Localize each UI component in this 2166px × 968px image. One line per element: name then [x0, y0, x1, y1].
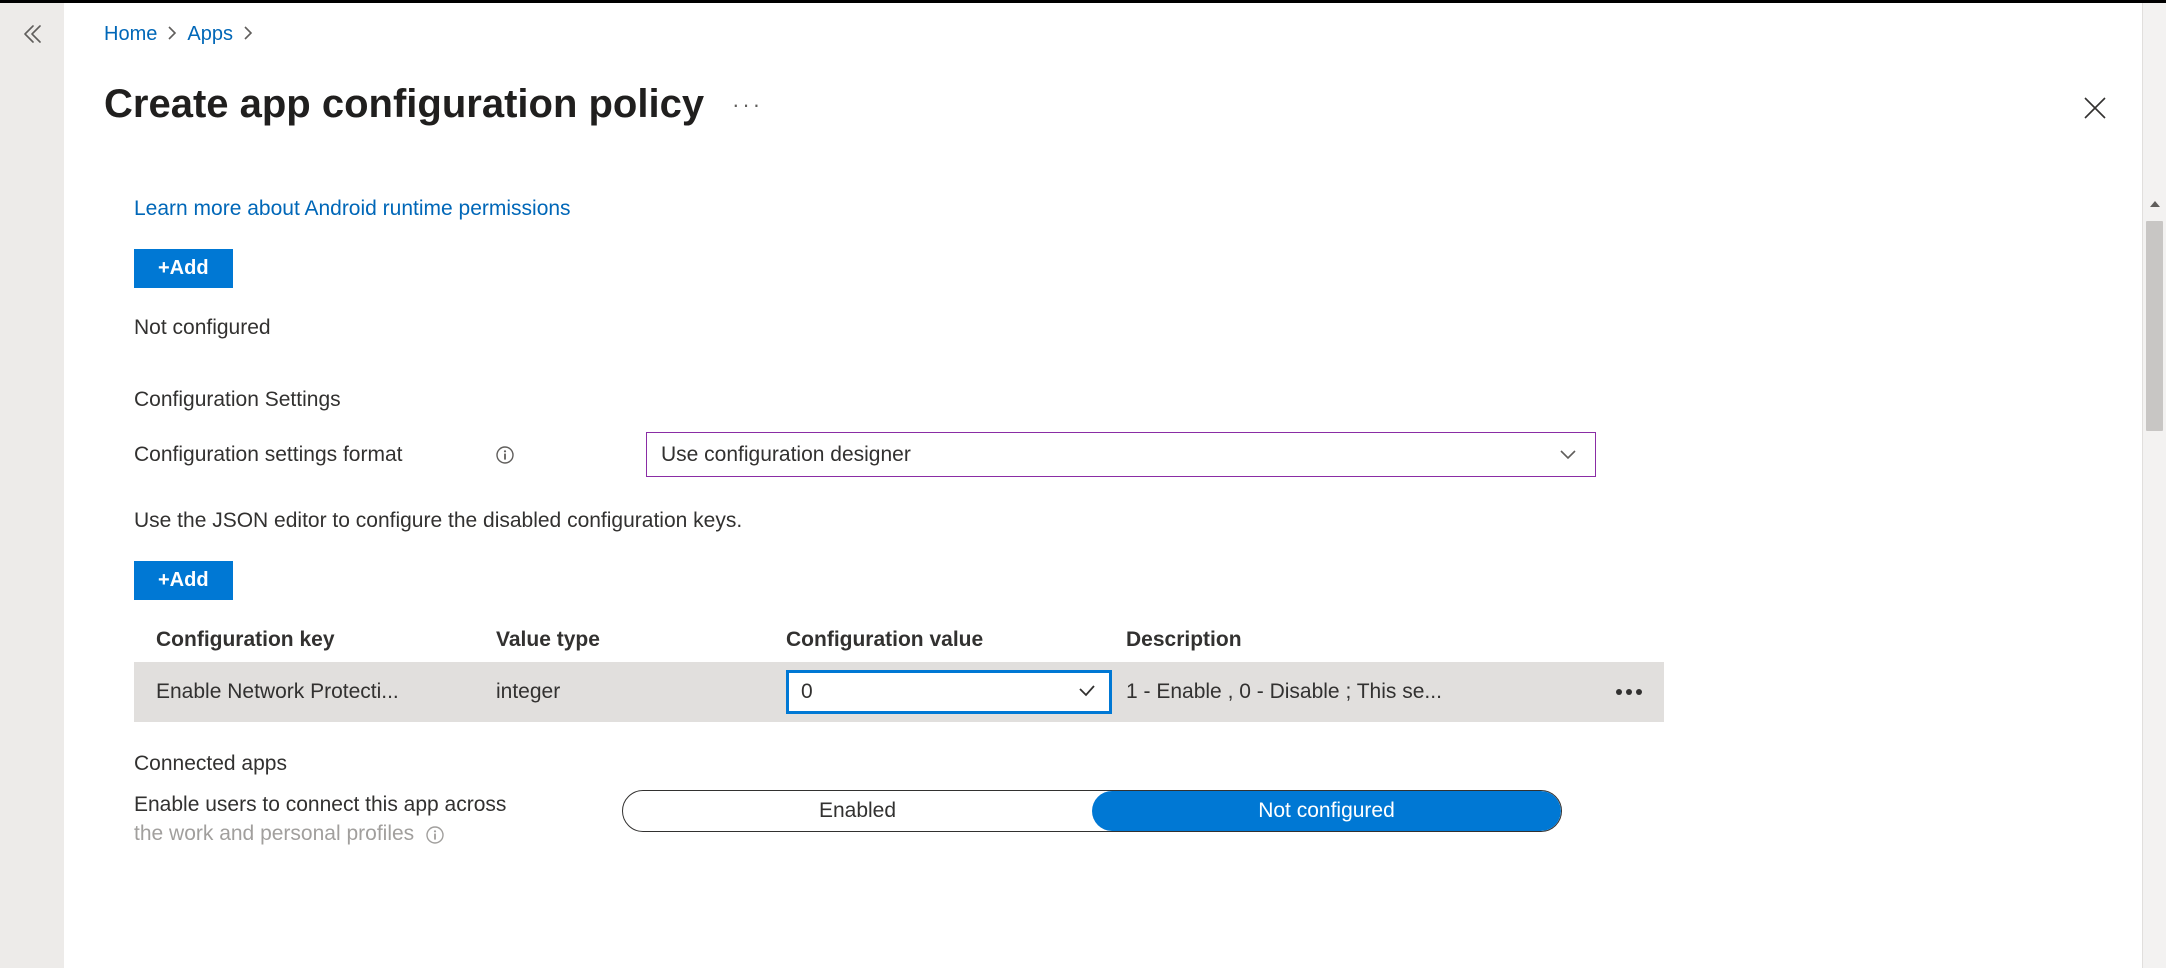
connected-apps-toggle[interactable]: Enabled Not configured	[622, 790, 1562, 832]
configuration-value-text: 0	[801, 680, 813, 704]
checkmark-chevron-icon	[1077, 680, 1097, 704]
add-configuration-key-button[interactable]: +Add	[134, 561, 233, 600]
json-editor-hint: Use the JSON editor to configure the dis…	[134, 509, 1664, 533]
content-area: Learn more about Android runtime permiss…	[104, 197, 1664, 849]
breadcrumb: Home Apps	[104, 23, 2126, 46]
toggle-option-not-configured[interactable]: Not configured	[1092, 791, 1561, 831]
left-rail	[0, 3, 64, 968]
cell-description: 1 - Enable , 0 - Disable ; This se...	[1126, 680, 1604, 704]
add-permissions-button[interactable]: +Add	[134, 249, 233, 288]
connected-apps-row: Enable users to connect this app across …	[134, 790, 1664, 849]
info-icon[interactable]	[426, 826, 444, 844]
collapse-sidebar-button[interactable]	[22, 25, 42, 49]
connected-apps-description-wrapper: Enable users to connect this app across …	[134, 790, 622, 849]
close-button[interactable]	[2082, 95, 2108, 127]
config-format-dropdown[interactable]: Use configuration designer	[646, 432, 1596, 477]
connected-apps-description: Enable users to connect this app across	[134, 793, 506, 816]
info-icon[interactable]	[496, 446, 514, 464]
connected-apps-description-partial: the work and personal profiles	[134, 822, 414, 845]
cell-value-wrapper: 0	[786, 670, 1126, 714]
main-panel: Home Apps Create app configuration polic…	[64, 3, 2166, 968]
cell-key: Enable Network Protecti...	[156, 680, 496, 704]
scroll-up-arrow-icon[interactable]	[2148, 193, 2162, 215]
toggle-option-enabled[interactable]: Enabled	[623, 791, 1092, 831]
col-header-key: Configuration key	[156, 628, 496, 652]
connected-apps-heading: Connected apps	[134, 752, 1664, 776]
configuration-value-input[interactable]: 0	[786, 670, 1112, 714]
chevron-right-icon	[243, 23, 253, 46]
table-header: Configuration key Value type Configurati…	[134, 618, 1664, 662]
config-format-row: Configuration settings format Use config…	[134, 432, 1664, 477]
col-header-desc: Description	[1126, 628, 1642, 652]
learn-more-link[interactable]: Learn more about Android runtime permiss…	[134, 197, 571, 221]
col-header-type: Value type	[496, 628, 786, 652]
breadcrumb-home[interactable]: Home	[104, 23, 157, 46]
page-title: Create app configuration policy	[104, 82, 704, 127]
config-format-value: Use configuration designer	[661, 443, 911, 467]
breadcrumb-apps[interactable]: Apps	[187, 23, 233, 46]
not-configured-text: Not configured	[134, 316, 1664, 340]
configuration-settings-heading: Configuration Settings	[134, 388, 1664, 412]
more-horizontal-icon[interactable]: ···	[732, 92, 763, 118]
chevron-down-icon	[1559, 443, 1577, 467]
col-header-value: Configuration value	[786, 628, 1126, 652]
configuration-table: Configuration key Value type Configurati…	[134, 618, 1664, 722]
scrollbar-thumb[interactable]	[2146, 221, 2163, 431]
cell-type: integer	[496, 680, 786, 704]
chevron-right-icon	[167, 23, 177, 46]
table-row[interactable]: Enable Network Protecti... integer 0 1 -…	[134, 662, 1664, 722]
row-more-button[interactable]	[1616, 689, 1642, 695]
vertical-scrollbar[interactable]	[2142, 3, 2166, 968]
title-row: Create app configuration policy ···	[104, 82, 2126, 127]
config-format-label: Configuration settings format	[134, 443, 484, 467]
